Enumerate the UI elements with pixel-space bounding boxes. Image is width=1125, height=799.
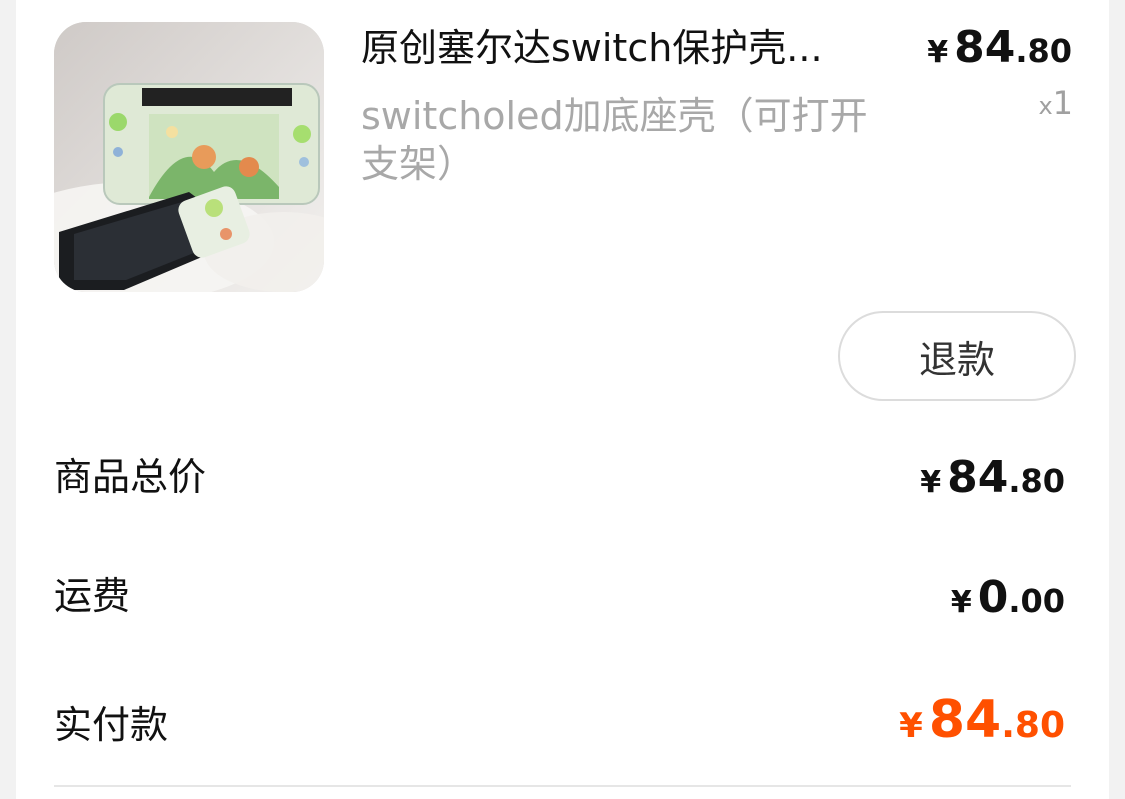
quantity-value: 1 (1052, 84, 1073, 122)
goods-total-label: 商品总价 (54, 455, 207, 499)
product-sku-spec: switcholed加底座壳（可打开支架） (361, 94, 868, 186)
product-quantity: x1 (1038, 84, 1073, 122)
product-unit-price: ¥84.80 (927, 22, 1072, 73)
product-image (54, 22, 324, 292)
price-integer: 84 (954, 22, 1016, 73)
price-integer: 84 (928, 690, 1002, 750)
price-decimal: .00 (1008, 582, 1065, 620)
price-decimal: .80 (1001, 705, 1065, 746)
price-decimal: .80 (1015, 32, 1072, 70)
currency-symbol: ¥ (950, 585, 972, 620)
product-title[interactable]: 原创塞尔达switch保护壳... (361, 24, 901, 72)
refund-button[interactable]: 退款 (838, 311, 1076, 401)
shipping-value: ¥0.00 (951, 572, 1065, 623)
currency-symbol: ¥ (920, 465, 942, 500)
shipping-label: 运费 (54, 574, 131, 618)
currency-symbol: ¥ (899, 706, 923, 746)
currency-symbol: ¥ (927, 35, 949, 70)
price-integer: 0 (977, 572, 1009, 623)
paid-amount-value: ¥84.80 (899, 690, 1065, 750)
quantity-prefix: x (1038, 92, 1053, 120)
paid-amount-label: 实付款 (54, 703, 169, 747)
divider (54, 785, 1071, 787)
goods-total-value: ¥84.80 (920, 452, 1065, 503)
order-item-card: 原创塞尔达switch保护壳... switcholed加底座壳（可打开支架） … (16, 0, 1109, 799)
price-decimal: .80 (1008, 462, 1065, 500)
price-integer: 84 (947, 452, 1009, 503)
product-thumbnail[interactable] (54, 22, 324, 292)
